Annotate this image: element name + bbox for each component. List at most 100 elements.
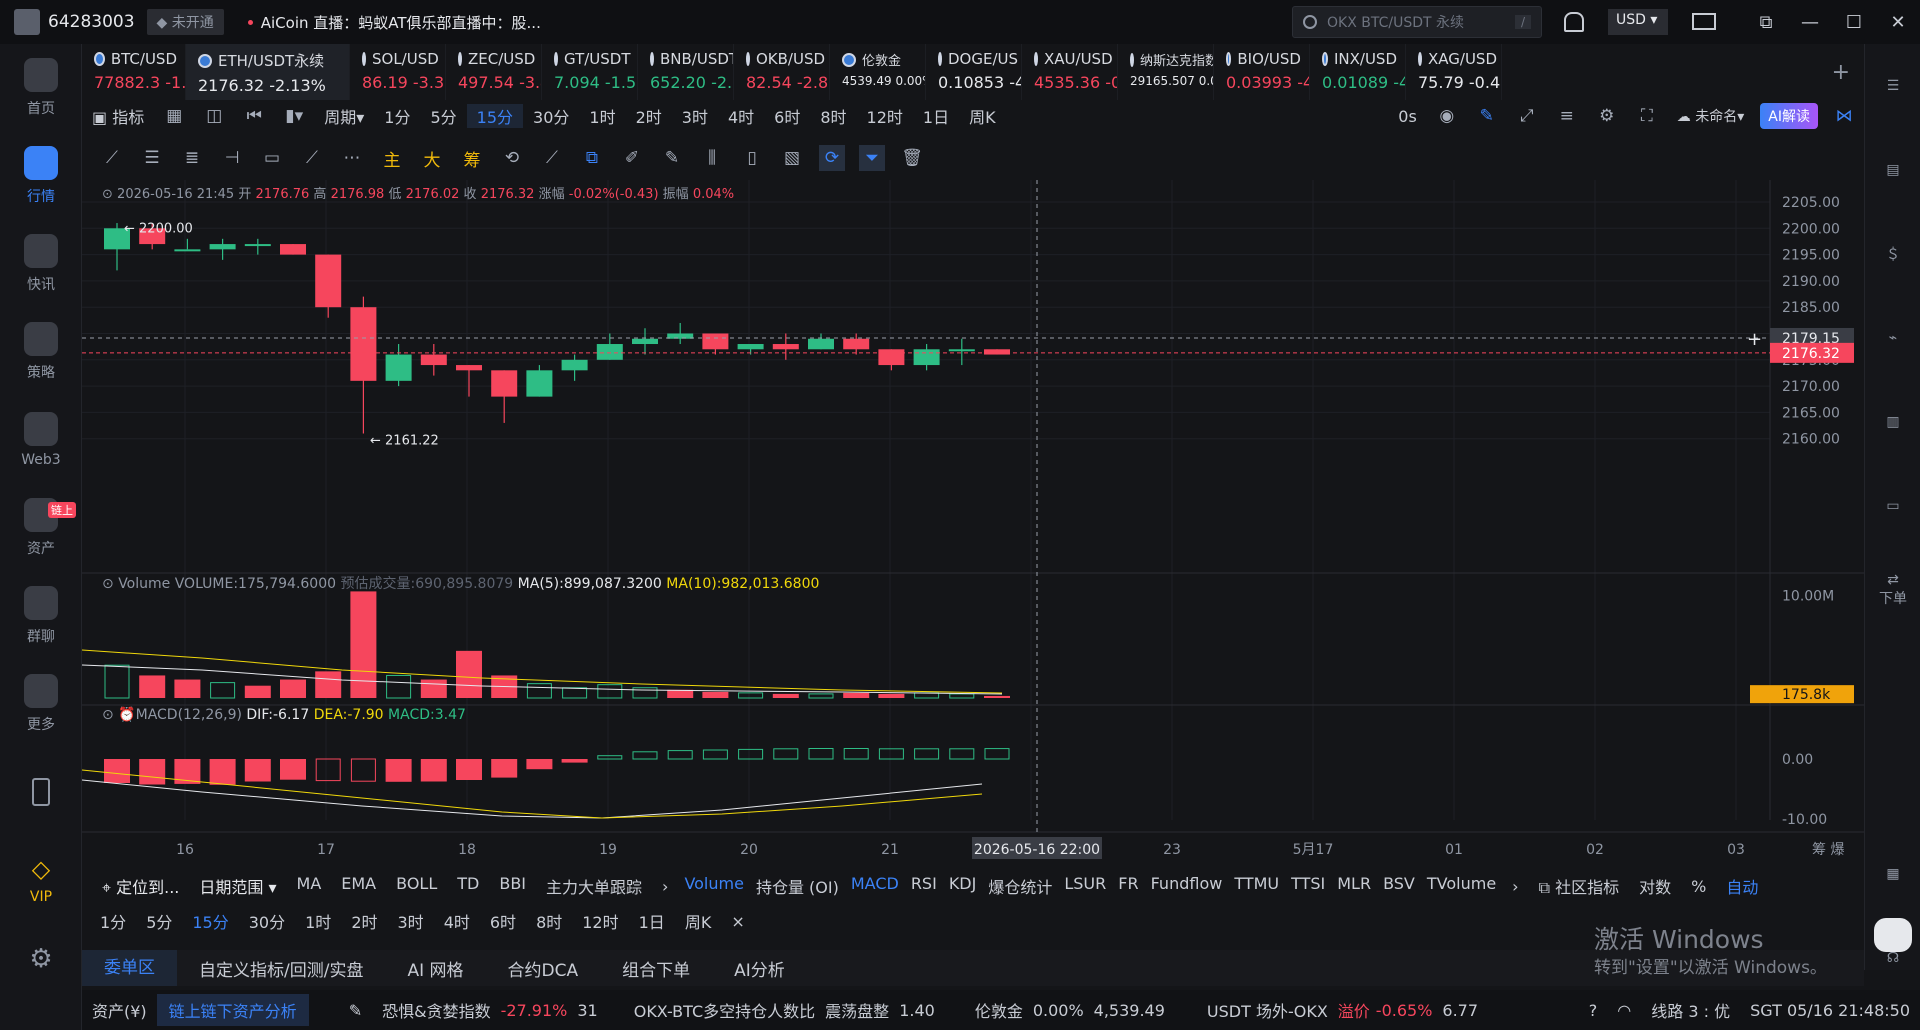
interval-15分[interactable]: 15分 xyxy=(182,909,238,933)
log-scale[interactable]: 对数 xyxy=(1629,874,1681,898)
eraser-icon[interactable]: ✐ xyxy=(619,145,645,171)
sub-indicator-item[interactable]: Volume xyxy=(678,874,750,898)
collapse-icon[interactable]: ⊙ xyxy=(102,576,114,592)
period-dropdown[interactable]: 周期▾ xyxy=(314,104,374,128)
ticker-item[interactable]: ETH/USDT永续 2176.32 -2.13% xyxy=(186,44,350,100)
sub-indicator-item[interactable]: KDJ xyxy=(943,874,983,898)
nav-market[interactable]: 行情 xyxy=(0,132,82,220)
close-icon[interactable]: × xyxy=(721,912,754,931)
bell-icon[interactable] xyxy=(1564,12,1584,32)
share-icon[interactable]: ⋈ xyxy=(1831,103,1857,129)
sub-indicator-item[interactable]: Fundflow xyxy=(1145,874,1229,898)
big-label[interactable]: 大 xyxy=(419,145,445,171)
ticker-item[interactable]: ZEC/USD 497.54 -3.4 xyxy=(446,44,542,100)
sub-indicator-item[interactable]: TVolume xyxy=(1421,874,1502,898)
interval-8时[interactable]: 8时 xyxy=(526,909,572,933)
chips-label[interactable]: 筹 xyxy=(459,145,485,171)
interval-3时[interactable]: 3时 xyxy=(388,909,434,933)
interval-12时[interactable]: 12时 xyxy=(857,104,913,128)
fullscreen-icon[interactable]: ⛶ xyxy=(1634,103,1660,129)
nav-strategy[interactable]: 策略 xyxy=(0,308,82,396)
sub-indicator-item[interactable]: 持仓量 (OI) xyxy=(750,874,845,898)
ruler-icon[interactable]: ⟋ xyxy=(539,145,565,171)
indicator-button[interactable]: ▣ 指标 xyxy=(82,104,154,128)
add-ticker-icon[interactable]: + xyxy=(1832,60,1850,85)
usdt-otc-label[interactable]: USDT 场外-OKX xyxy=(1197,998,1338,1022)
settings-icon[interactable]: ⚙ xyxy=(1594,103,1620,129)
interval-2时[interactable]: 2时 xyxy=(341,909,387,933)
interval-1分[interactable]: 1分 xyxy=(90,909,136,933)
interval-2时[interactable]: 2时 xyxy=(626,104,672,128)
sub-indicator-item[interactable]: MACD xyxy=(845,874,905,898)
filter-icon[interactable]: ⏷ xyxy=(859,145,885,171)
tab-item[interactable]: 合约DCA xyxy=(486,956,601,981)
rectangle-icon[interactable]: ▭ xyxy=(259,145,285,171)
brush-icon[interactable]: ✎ xyxy=(659,145,685,171)
nav-settings[interactable]: ⚙ xyxy=(0,924,82,994)
layout-split-icon[interactable]: ◫ xyxy=(201,103,227,129)
order-button[interactable]: ⇄ 下单 xyxy=(1865,548,1920,632)
assistant-icon[interactable] xyxy=(1874,918,1912,952)
interval-30分[interactable]: 30分 xyxy=(239,909,295,933)
percent-scale[interactable]: % xyxy=(1681,877,1716,896)
interval-8时[interactable]: 8时 xyxy=(810,104,856,128)
date-range-dropdown[interactable]: 日期范围 ▾ xyxy=(189,874,286,898)
ray-icon[interactable]: ⟋ xyxy=(299,145,325,171)
minimize-icon[interactable]: — xyxy=(1788,12,1832,33)
chevron-right-icon[interactable]: › xyxy=(652,877,678,896)
dollar-icon[interactable]: ＄ xyxy=(1865,212,1920,296)
sub-indicator-item[interactable]: RSI xyxy=(905,874,943,898)
interval-1时[interactable]: 1时 xyxy=(295,909,341,933)
camera-icon[interactable]: ◉ xyxy=(1434,103,1460,129)
alarm-icon[interactable]: ⏰ xyxy=(118,707,135,723)
fib-icon[interactable]: ≣ xyxy=(179,145,205,171)
tab-item[interactable]: 委单区 xyxy=(82,950,177,986)
tab-item[interactable]: AI 网格 xyxy=(385,956,485,981)
maximize-icon[interactable]: ☐ xyxy=(1832,12,1876,33)
indicator-item[interactable]: 主力大单跟踪 xyxy=(536,874,652,898)
help-icon[interactable]: ? xyxy=(1579,1001,1608,1020)
clipboard-icon[interactable]: ▯ xyxy=(739,145,765,171)
interval-15分[interactable]: 15分 xyxy=(466,104,524,128)
ticket-icon[interactable]: ▭ xyxy=(1865,464,1920,548)
replay-icon[interactable]: ⏮ xyxy=(241,103,267,129)
interval-30分[interactable]: 30分 xyxy=(523,104,579,128)
interval-4时[interactable]: 4时 xyxy=(718,104,764,128)
ticker-item[interactable]: GT/USDT 7.094 -1.57 xyxy=(542,44,638,100)
magnet-icon[interactable]: ⟲ xyxy=(499,145,525,171)
chevron-right-icon[interactable]: › xyxy=(1502,877,1528,896)
interval-5分[interactable]: 5分 xyxy=(420,104,466,128)
document-icon[interactable]: ▤ xyxy=(1865,128,1920,212)
interval-1日[interactable]: 1日 xyxy=(629,909,675,933)
indicator-item[interactable]: EMA xyxy=(331,874,386,898)
interval-4时[interactable]: 4时 xyxy=(434,909,480,933)
nav-home[interactable]: 首页 xyxy=(0,44,82,132)
tab-item[interactable]: AI分析 xyxy=(712,956,807,981)
ticker-item[interactable]: XAG/USD 75.79 -0.45 xyxy=(1406,44,1502,100)
ls-ratio-label[interactable]: OKX-BTC多空持仓人数比 xyxy=(624,998,825,1022)
fear-greed-label[interactable]: 恐惧&贪婪指数 xyxy=(372,998,500,1022)
nav-web3[interactable]: Web3 xyxy=(0,396,82,484)
ticker-item[interactable]: INX/USD 0.01089 -4. xyxy=(1310,44,1406,100)
asset-analysis-button[interactable]: 链上链下资产分析 xyxy=(156,994,309,1026)
interval-周K[interactable]: 周K xyxy=(959,104,1006,128)
sub-indicator-item[interactable]: MLR xyxy=(1331,874,1377,898)
indicator-item[interactable]: TD xyxy=(447,874,489,898)
nav-news[interactable]: 快讯 xyxy=(0,220,82,308)
ai-interpret-button[interactable]: AI解读 xyxy=(1760,103,1818,129)
layout-name-dropdown[interactable]: ☁ 未命名▾ xyxy=(1667,106,1754,126)
user-id[interactable]: 64283003 xyxy=(48,12,135,32)
main-label[interactable]: 主 xyxy=(379,145,405,171)
search-box[interactable]: OKX BTC/USDT 永续 / xyxy=(1292,6,1542,38)
sub-indicator-item[interactable]: LSUR xyxy=(1058,874,1112,898)
sub-indicator-item[interactable]: BSV xyxy=(1377,874,1421,898)
ticker-item[interactable]: DOGE/US 0.10853 -4. xyxy=(926,44,1022,100)
interval-1日[interactable]: 1日 xyxy=(913,104,959,128)
nav-mobile[interactable] xyxy=(0,748,82,836)
indicator-item[interactable]: MA xyxy=(287,874,332,898)
nav-chat[interactable]: 群聊 xyxy=(0,572,82,660)
live-broadcast[interactable]: AiCoin 直播：蚂蚁AT俱乐部直播中：股... xyxy=(261,12,541,33)
link-icon[interactable]: ⟳ xyxy=(819,145,845,171)
hline-icon[interactable]: ⊣ xyxy=(219,145,245,171)
trash-icon[interactable]: 🗑 xyxy=(899,145,925,171)
